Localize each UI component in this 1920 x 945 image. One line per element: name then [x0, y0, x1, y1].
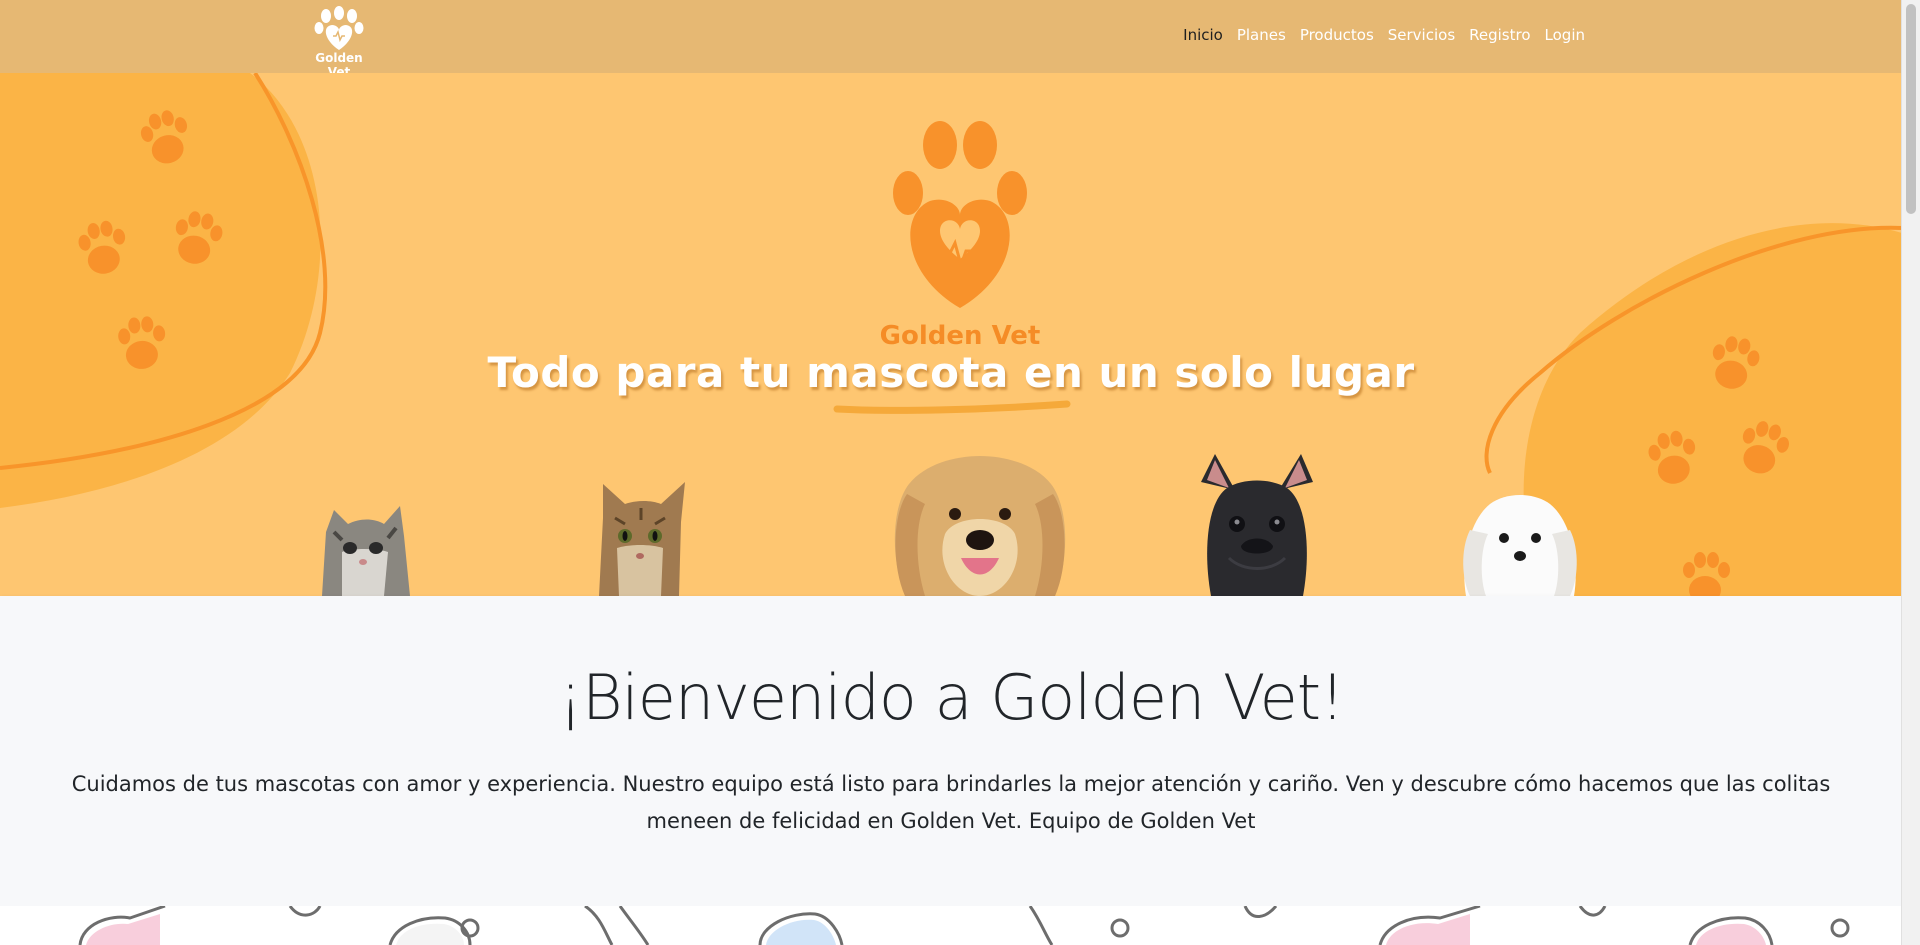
- scrollbar-thumb[interactable]: [1906, 4, 1916, 214]
- kitten-image: [322, 506, 410, 596]
- page-scrollbar[interactable]: [1901, 0, 1920, 945]
- nav-logo[interactable]: Golden Vet: [304, 6, 374, 79]
- nav-links: Inicio Planes Productos Servicios Regist…: [1176, 26, 1592, 44]
- pattern-decoration: [78, 906, 1850, 945]
- tagline-underline: [833, 400, 1071, 414]
- navbar: Golden Vet Inicio Planes Productos Servi…: [0, 0, 1902, 79]
- nav-link-inicio[interactable]: Inicio: [1176, 26, 1230, 44]
- hero-logo-text: Golden Vet: [879, 321, 1041, 351]
- pet-pattern-background: [0, 906, 1902, 945]
- tabby-cat-image: [599, 482, 685, 596]
- nav-link-productos[interactable]: Productos: [1293, 26, 1381, 44]
- hero-banner: Golden Vet Todo para tu mascota en un so…: [0, 73, 1902, 596]
- nav-link-servicios[interactable]: Servicios: [1381, 26, 1462, 44]
- golden-retriever-image: [894, 456, 1066, 596]
- welcome-section: ¡Bienvenido a Golden Vet! Cuidamos de tu…: [0, 596, 1902, 906]
- paw-heart-icon: [314, 6, 364, 50]
- nav-link-registro[interactable]: Registro: [1462, 26, 1537, 44]
- welcome-text: Cuidamos de tus mascotas con amor y expe…: [71, 772, 1831, 833]
- hero-logo: Golden Vet: [870, 113, 1050, 351]
- welcome-title: ¡Bienvenido a Golden Vet!: [558, 661, 1345, 734]
- page: Golden Vet Inicio Planes Productos Servi…: [0, 0, 1920, 945]
- hero-tagline: Todo para tu mascota en un solo lugar: [487, 348, 1415, 397]
- paw-heart-logo-icon: [893, 121, 1027, 308]
- maltese-dog-image: [1463, 495, 1577, 596]
- nav-link-login[interactable]: Login: [1538, 26, 1592, 44]
- french-bulldog-image: [1201, 454, 1313, 596]
- nav-link-planes[interactable]: Planes: [1230, 26, 1293, 44]
